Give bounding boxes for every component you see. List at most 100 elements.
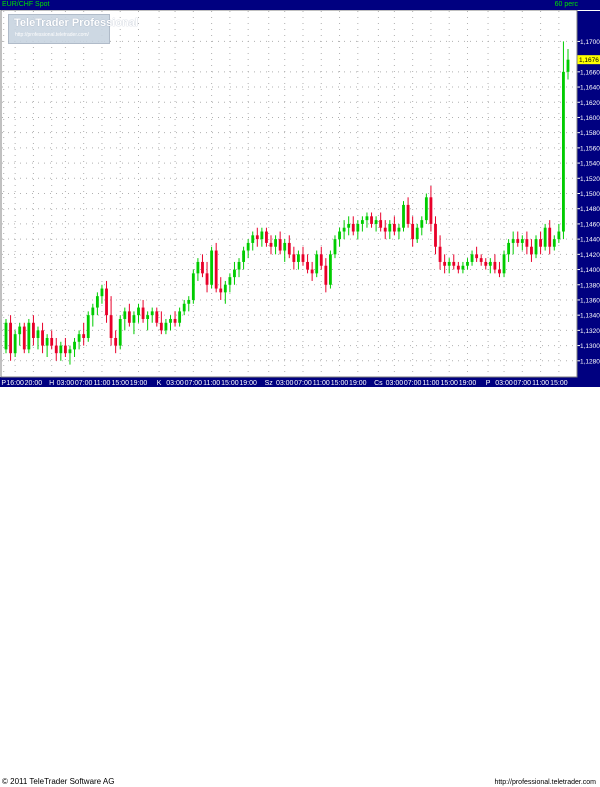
y-tick-label: 1,1500 <box>580 191 600 198</box>
x-tick-label: 11:00 <box>313 380 330 387</box>
candle-up <box>100 288 104 297</box>
candle-up <box>95 296 99 308</box>
x-tick-label: 11:00 <box>203 380 220 387</box>
y-tick-label: 1,1600 <box>580 115 600 122</box>
chart-window: 1,1700 1,1660 1,1640 1,1620 1,1600 1,1580 1,15… <box>0 0 600 786</box>
candle-down <box>479 258 483 262</box>
candle-up <box>260 231 264 240</box>
candle-up <box>520 239 524 243</box>
candle-down <box>443 261 447 266</box>
candle-up <box>228 277 232 285</box>
y-tick-label: 1,1300 <box>580 343 600 350</box>
y-tick-label: 1,1700 <box>580 39 600 46</box>
candle-down <box>525 239 529 247</box>
x-tick-label: 03:00 <box>276 380 294 387</box>
x-tick-label: 15:00 <box>440 380 458 387</box>
y-tick-label: 1,1380 <box>580 282 600 289</box>
candle-up <box>233 269 236 278</box>
candle-up <box>18 326 22 335</box>
candle-down <box>141 307 145 319</box>
x-tick-label: 16:00 <box>6 380 24 387</box>
x-tick-label: P <box>486 380 491 387</box>
candle-up <box>274 239 277 247</box>
x-tick-label: 19:00 <box>130 380 148 387</box>
candle-down <box>383 227 387 232</box>
candle-up <box>507 242 511 255</box>
candle-up <box>402 204 405 228</box>
candle-up <box>511 239 515 243</box>
candle-up <box>534 239 538 255</box>
watermark-url: http://professional.teletrader.com/ <box>15 32 89 38</box>
candle-up <box>59 345 63 354</box>
candle-down <box>159 322 163 331</box>
candle-up <box>169 318 172 323</box>
candle-up <box>328 254 332 285</box>
candle-down <box>351 223 355 232</box>
candle-up <box>447 261 451 266</box>
watermark-title: TeleTrader Professional <box>14 17 138 29</box>
y-tick-label: 1,1580 <box>580 130 600 137</box>
y-tick-label: 1,1320 <box>580 328 600 335</box>
candle-down <box>406 204 410 224</box>
candle-up <box>315 254 319 274</box>
candle-up <box>557 231 561 240</box>
x-tick-label: 11:00 <box>93 380 110 387</box>
candle-down <box>41 330 44 346</box>
candle-up <box>68 349 72 354</box>
candle-up <box>360 220 364 224</box>
candle-up <box>488 261 492 266</box>
x-tick-label: 15:00 <box>550 380 568 387</box>
x-tick-label: 19:00 <box>459 380 477 387</box>
candle-up <box>73 341 76 350</box>
x-tick-label: Sz <box>265 380 274 387</box>
symbol-label: EUR/CHF Spot <box>2 1 50 8</box>
candle-up <box>91 307 95 316</box>
y-tick-label: 1,1540 <box>580 161 600 168</box>
candle-down <box>392 223 396 232</box>
candle-up <box>297 254 300 262</box>
candle-down <box>548 227 552 247</box>
candle-up <box>223 284 227 293</box>
candle-up <box>242 250 246 262</box>
candle-down <box>265 231 268 243</box>
last-price-label: 1,1676 <box>579 57 599 64</box>
candle-down <box>219 288 223 293</box>
x-tick-label: K <box>157 380 162 387</box>
y-tick-label: 1,1360 <box>580 297 600 304</box>
candle-up <box>415 227 419 240</box>
candlestick-chart[interactable]: 1,1700 1,1660 1,1640 1,1620 1,1600 1,1580 1,15… <box>0 0 600 400</box>
x-tick-label: 03:00 <box>386 380 404 387</box>
x-tick-label: 19:00 <box>239 380 257 387</box>
candle-down <box>493 261 497 270</box>
candle-down <box>324 265 328 285</box>
candle-up <box>137 307 140 316</box>
candle-down <box>411 223 415 240</box>
x-tick-label: 07:00 <box>75 380 93 387</box>
candle-up <box>132 315 136 323</box>
chart-background <box>0 0 600 400</box>
candle-down <box>306 261 309 270</box>
candle-down <box>155 311 159 323</box>
candle-up <box>566 59 570 72</box>
candle-up <box>562 71 565 232</box>
candle-down <box>475 254 479 259</box>
copyright-text: © 2011 TeleTrader Software AG <box>2 777 115 786</box>
x-tick-label: 20:00 <box>25 380 43 387</box>
candle-down <box>205 273 209 285</box>
x-tick-label: 07:00 <box>404 380 422 387</box>
y-tick-label: 1,1480 <box>580 206 600 213</box>
candle-down <box>434 223 437 247</box>
candle-down <box>9 322 12 354</box>
candle-down <box>429 197 433 224</box>
candle-down <box>539 239 543 247</box>
candle-down <box>114 337 118 346</box>
candle-down <box>127 311 131 323</box>
candle-down <box>287 242 291 255</box>
y-tick-label: 1,1520 <box>580 176 600 183</box>
candle-down <box>50 337 54 346</box>
footer: © 2011 TeleTrader Software AG http://pro… <box>0 388 600 786</box>
y-tick-label: 1,1460 <box>580 221 600 228</box>
x-tick-label: 03:00 <box>495 380 513 387</box>
candle-down <box>498 269 501 274</box>
x-tick-label: 07:00 <box>185 380 203 387</box>
